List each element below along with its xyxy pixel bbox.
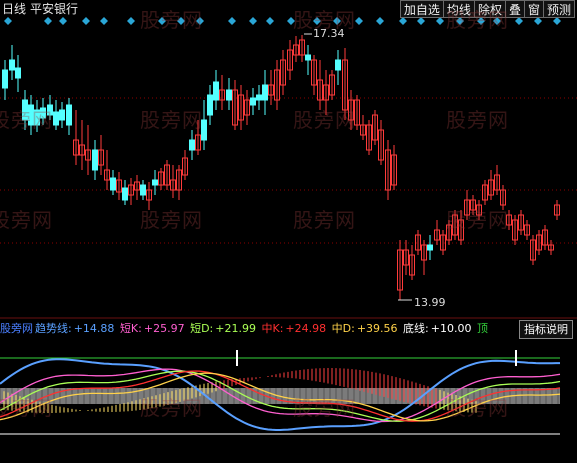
mid-k-value: +24.98 (285, 322, 327, 335)
bottom-label: 底线: (403, 322, 429, 335)
signal-diamond (127, 17, 135, 25)
candle-body (110, 177, 116, 191)
signal-diamond (196, 17, 204, 25)
candle-body (34, 109, 40, 126)
signal-diamond (59, 17, 67, 25)
signal-diamond (355, 17, 363, 25)
signal-diamond (313, 17, 321, 25)
mid-d-label: 中D: (331, 322, 355, 335)
trend-value: +14.88 (73, 322, 115, 335)
kline-chart (0, 17, 577, 435)
mid-k-label: 中K: (261, 322, 284, 335)
signal-diamond (82, 17, 90, 25)
indicator-readout: 股旁网 趋势线: +14.88 短K: +25.97 短D: +21.99 中K: +24… (0, 320, 490, 338)
candle-body (47, 104, 53, 116)
short-d-value: +21.99 (215, 322, 256, 335)
signal-diamond (333, 17, 341, 25)
indicator-source: 股旁网 (0, 322, 33, 335)
forecast-button[interactable]: 预测 (542, 0, 575, 18)
high-price-label: 17.34 (313, 27, 345, 40)
candle-body (250, 97, 256, 106)
candle-body (53, 111, 59, 126)
signal-diamond (228, 17, 236, 25)
stock-name: 平安银行 (30, 2, 79, 16)
window-button[interactable]: 窗 (523, 0, 544, 18)
candle-body (427, 244, 433, 251)
short-k-value: +25.97 (143, 322, 185, 335)
candle-body (122, 187, 128, 201)
candle-body (140, 184, 146, 196)
candle-body (335, 59, 341, 71)
signal-diamond (44, 17, 52, 25)
chart-toolbar: 加自选 均线 除权 叠 窗 预测 (399, 0, 575, 18)
candle-body (15, 67, 21, 79)
candle-body (152, 179, 158, 186)
candle-body (256, 94, 262, 101)
low-price-label: 13.99 (414, 296, 446, 309)
candle-body (201, 119, 207, 141)
candle-body (305, 54, 311, 61)
top-label: 顶 (476, 322, 488, 335)
candle-body (66, 104, 72, 126)
signal-diamond (376, 17, 384, 25)
candle-body (2, 69, 8, 89)
signal-diamond (249, 17, 257, 25)
candle-body (40, 107, 46, 119)
signal-diamond (4, 17, 12, 25)
short-k-label: 短K: (119, 322, 142, 335)
moving-average-button[interactable]: 均线 (442, 0, 475, 18)
candle-body (262, 84, 268, 101)
candle-body (213, 81, 219, 101)
signal-diamond (266, 17, 274, 25)
indicator-help-button[interactable]: 指标说明 (519, 320, 573, 339)
ex-rights-button[interactable]: 除权 (473, 0, 506, 18)
candle-body (207, 94, 213, 116)
signal-diamond (100, 17, 108, 25)
signal-diamond (177, 17, 185, 25)
candle-body (22, 99, 28, 121)
candle-body (59, 109, 65, 121)
bottom-value: +10.00 (430, 322, 472, 335)
candle-body (189, 139, 195, 151)
period-label[interactable]: 日线 (2, 2, 26, 16)
short-d-label: 短D: (190, 322, 214, 335)
add-watchlist-button[interactable]: 加自选 (399, 0, 444, 18)
candle-body (9, 59, 15, 71)
candle-body (92, 149, 98, 171)
chart-title: 日线 平安银行 (2, 0, 82, 18)
signal-diamond (287, 17, 295, 25)
mid-d-value: +39.56 (356, 322, 398, 335)
trend-label: 趋势线: (35, 322, 72, 335)
candle-body (28, 104, 34, 126)
overlay-button[interactable]: 叠 (504, 0, 525, 18)
candle-body (226, 89, 232, 101)
signal-diamond (158, 17, 166, 25)
